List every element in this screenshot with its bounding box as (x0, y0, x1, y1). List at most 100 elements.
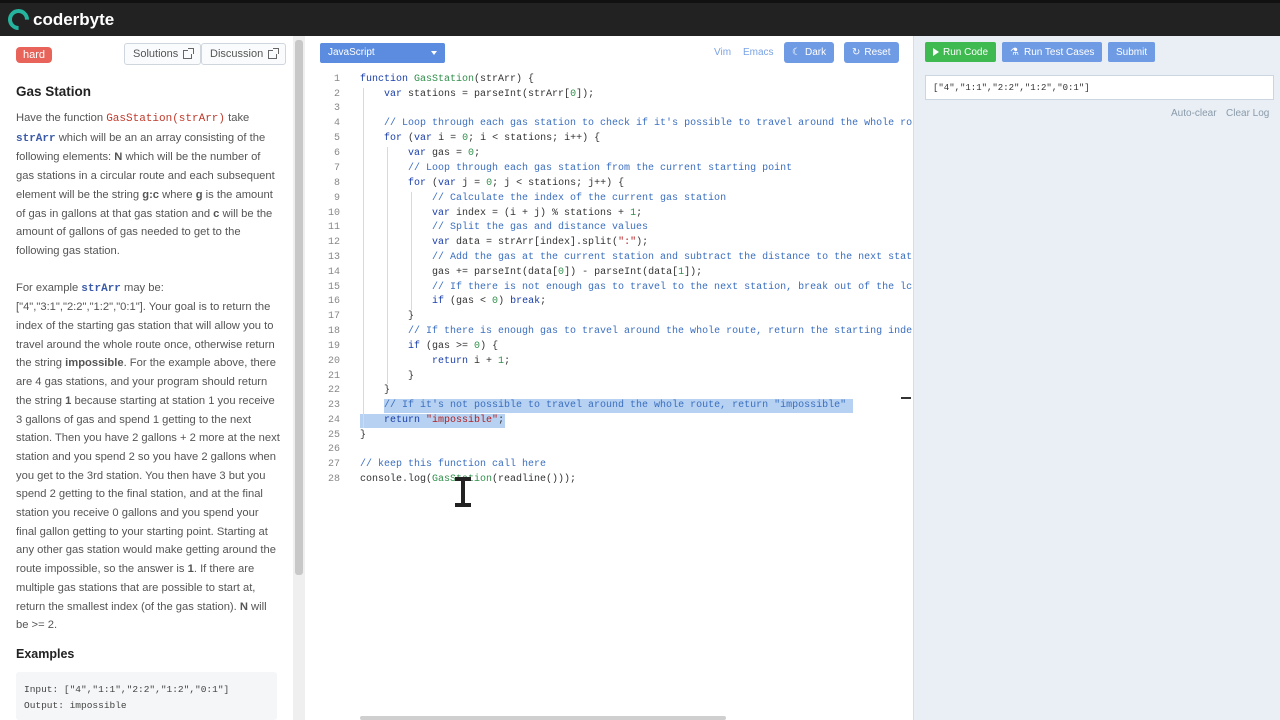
run-test-cases-button[interactable]: ⚗ Run Test Cases (1002, 42, 1103, 62)
line-number: 16 (327, 296, 340, 307)
code-line: } (360, 371, 415, 382)
code-line: for (var j = 0; j < stations; j++) { (408, 178, 625, 189)
line-number: 19 (327, 341, 340, 352)
code-line: // If there is not enough gas to travel … (432, 282, 913, 293)
code-line: // Calculate the index of the current ga… (432, 193, 727, 204)
code-line: function GasStation(strArr) { (360, 74, 535, 85)
external-link-icon (268, 47, 280, 59)
line-number: 9 (333, 193, 340, 204)
code-line: } (360, 430, 367, 441)
run-code-button[interactable]: Run Code (925, 42, 997, 62)
code-editor-panel: JavaScript Vim Emacs ☾ Dark ↻ Reset 1234… (306, 36, 913, 720)
code-line: for (var i = 0; i < stations; i++) { (384, 133, 601, 144)
code-line: // keep this function call here (360, 459, 547, 470)
code-line: return "impossible"; (384, 415, 505, 426)
code-line: if (gas >= 0) { (408, 341, 499, 352)
dark-label: Dark (804, 47, 827, 58)
discussion-button[interactable]: Discussion (201, 43, 287, 65)
auto-clear-toggle[interactable]: Auto-clear (1171, 108, 1217, 119)
description-paragraph-2: For example strArr may be: ["4","3:1","2… (16, 281, 280, 632)
left-scrollbar[interactable] (293, 36, 305, 720)
flask-icon: ⚗ (1010, 46, 1019, 58)
line-number: 2 (333, 89, 340, 100)
line-number: 25 (327, 430, 340, 441)
line-number: 26 (327, 444, 340, 455)
code-line: // If there is enough gas to travel arou… (408, 326, 913, 337)
line-number: 17 (327, 311, 340, 322)
emacs-mode-link[interactable]: Emacs (743, 47, 774, 58)
line-number: 22 (327, 385, 340, 396)
code-line: if (gas < 0) break; (432, 296, 547, 307)
line-number: 18 (327, 326, 340, 337)
line-number: 11 (327, 222, 340, 233)
line-number: 13 (327, 252, 340, 263)
code-line: // Loop through each gas station from th… (408, 163, 793, 174)
code-line: } (360, 385, 391, 396)
discussion-label: Discussion (210, 48, 264, 60)
line-number: 8 (333, 178, 340, 189)
dark-theme-button[interactable]: ☾ Dark (784, 42, 835, 63)
difficulty-badge: hard (16, 47, 53, 63)
horizontal-scrollbar[interactable] (360, 716, 726, 720)
stdin-input[interactable]: ["4","1:1","2:2","1:2","0:1"] (925, 75, 1274, 100)
line-number: 5 (333, 133, 340, 144)
language-select[interactable]: JavaScript (320, 43, 445, 63)
description-paragraph-1: Have the function GasStation(strArr) tak… (16, 112, 275, 257)
line-number: 4 (333, 118, 340, 129)
code-line: } (360, 311, 415, 322)
challenge-title: Gas Station (16, 84, 92, 99)
example-input: Input: ["4","1:1","2:2","1:2","0:1"] (24, 684, 230, 695)
example-box: Input: ["4","1:1","2:2","1:2","0:1"] Out… (16, 672, 277, 720)
vim-mode-link[interactable]: Vim (714, 47, 731, 58)
play-icon (933, 48, 939, 56)
solutions-button[interactable]: Solutions (124, 43, 202, 65)
line-number: 1 (333, 74, 340, 85)
line-number: 3 (333, 103, 340, 114)
solutions-label: Solutions (133, 48, 179, 60)
line-number: 12 (327, 237, 340, 248)
line-number: 15 (327, 282, 340, 293)
submit-button[interactable]: Submit (1108, 42, 1156, 62)
text-cursor-icon (455, 477, 471, 507)
challenge-description: Have the function GasStation(strArr) tak… (16, 109, 280, 653)
brand-name: coderbyte (33, 9, 115, 29)
scrollbar-thumb[interactable] (295, 40, 303, 575)
language-value: JavaScript (328, 47, 375, 58)
coderbyte-logo[interactable]: coderbyte (3, 4, 115, 35)
line-number: 10 (327, 208, 340, 219)
example-output: Output: impossible (24, 700, 127, 711)
run-code-label: Run Code (943, 46, 989, 58)
challenge-panel: hard Solutions Discussion Gas Station Ha… (0, 36, 293, 720)
code-line: gas += parseInt(data[0]) - parseInt(data… (360, 267, 703, 278)
code-line: return i + 1; (432, 356, 511, 367)
code-line: var index = (i + j) % stations + 1; (432, 208, 643, 219)
external-link-icon (183, 47, 195, 59)
code-line: // Add the gas at the current station an… (432, 252, 913, 263)
top-bar: coderbyte (0, 0, 1280, 36)
line-number: 21 (327, 371, 340, 382)
code-line: // Loop through each gas station to chec… (384, 118, 913, 129)
line-number: 23 (327, 400, 340, 411)
run-tests-label: Run Test Cases (1023, 46, 1095, 58)
scroll-marker (901, 397, 911, 399)
reset-icon: ↻ (852, 47, 861, 58)
code-line: var data = strArr[index].split(":"); (432, 237, 649, 248)
line-number: 14 (327, 267, 340, 278)
code-line: var gas = 0; (408, 148, 481, 159)
logo-icon (3, 4, 34, 35)
submit-label: Submit (1116, 46, 1148, 58)
moon-icon: ☾ (792, 47, 801, 58)
output-panel: Run Code ⚗ Run Test Cases Submit ["4","1… (913, 36, 1280, 720)
chevron-down-icon (431, 51, 437, 55)
line-number: 20 (327, 356, 340, 367)
reset-button[interactable]: ↻ Reset (844, 42, 899, 63)
line-number: 6 (333, 148, 340, 159)
clear-log-link[interactable]: Clear Log (1226, 108, 1269, 119)
code-line: // Split the gas and distance values (432, 222, 649, 233)
line-number: 27 (327, 459, 340, 470)
line-number: 28 (327, 474, 340, 485)
code-area[interactable]: 1 2 3 4 5 6 7 8 9 10 11 12 13 14 15 16 17 18 19 20 21 22 23 24 2… (306, 74, 913, 714)
code-line: var stations = parseInt(strArr[0]); (384, 89, 595, 100)
line-number: 7 (333, 163, 340, 174)
examples-heading: Examples (16, 647, 75, 661)
